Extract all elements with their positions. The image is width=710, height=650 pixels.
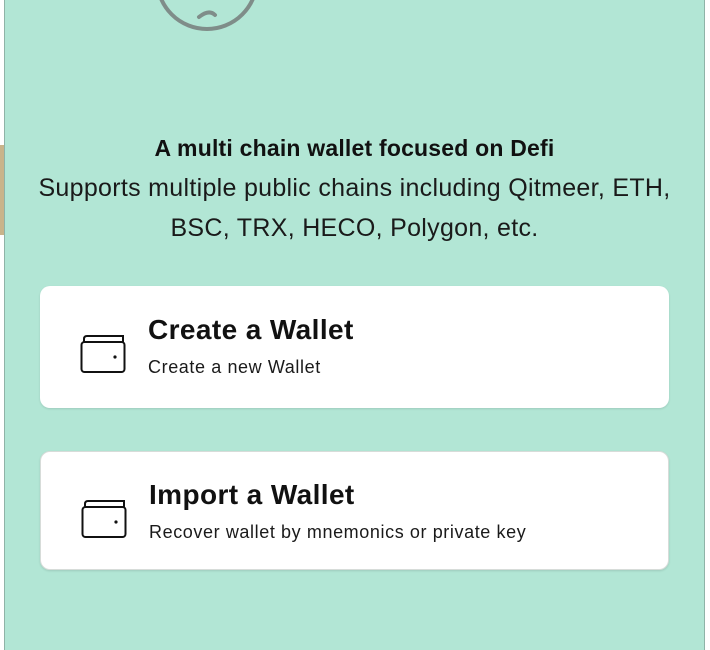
import-wallet-button[interactable]: Import a Wallet Recover wallet by mnemon…	[40, 451, 669, 570]
wallet-icon	[81, 500, 127, 538]
create-wallet-description: Create a new Wallet	[148, 357, 321, 377]
import-wallet-description: Recover wallet by mnemonics or private k…	[149, 522, 527, 542]
supported-chains-text: Supports multiple public chains includin…	[38, 174, 671, 242]
tagline: A multi chain wallet focused on Defi	[154, 135, 555, 161]
import-wallet-title: Import a Wallet	[149, 479, 355, 510]
create-wallet-title: Create a Wallet	[148, 314, 354, 345]
wallet-icon	[80, 335, 126, 373]
create-wallet-button[interactable]: Create a Wallet Create a new Wallet	[40, 286, 669, 408]
app-logo-icon	[159, 0, 255, 31]
wallet-welcome-panel: A multi chain wallet focused on Defi Sup…	[4, 0, 705, 650]
